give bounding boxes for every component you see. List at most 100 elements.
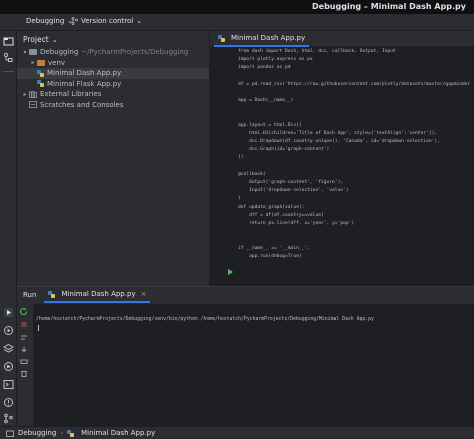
print-icon[interactable] (20, 358, 28, 365)
status-file[interactable]: Minimal Dash App.py (81, 429, 155, 437)
status-bar: Debugging › Minimal Dash App.py (0, 426, 474, 439)
code-line: Input('dropdown-selection', 'value') (238, 188, 349, 194)
run-tab-minimal-dash-app[interactable]: Minimal Dash App.py × (44, 287, 151, 303)
code-line: app = Dash(__name__) (238, 98, 294, 104)
run-console[interactable]: /home/hostatch/PycharmProjects/Debugging… (33, 304, 474, 427)
code-line: from dash import Dash, html, dcc, callba… (238, 49, 396, 54)
tree-item-label: Minimal Dash App.py (47, 69, 122, 78)
tree-item-venv[interactable]: ▸ venv (17, 58, 209, 69)
project-folder-icon[interactable] (3, 36, 14, 47)
chevron-right-icon: ▸ (31, 59, 35, 67)
python-file-icon (67, 429, 75, 437)
code-line: ) (238, 196, 241, 202)
tree-item-label: Scratches and Consoles (40, 100, 124, 109)
problems-icon[interactable] (3, 397, 14, 408)
trash-icon[interactable] (20, 370, 28, 377)
project-switcher-label: Debugging (26, 17, 65, 25)
code-line: import plotly.express as px (238, 57, 313, 63)
git-icon[interactable] (3, 413, 14, 424)
tree-item-label: venv (48, 58, 66, 67)
folder-icon (29, 49, 37, 56)
console-command-line: /home/hostatch/PycharmProjects/Debugging… (36, 317, 374, 322)
python-file-icon (218, 34, 225, 42)
run-toolbar (17, 304, 31, 427)
code-line: if __name__ == '__main__': (238, 245, 310, 251)
python-file-icon (48, 290, 56, 298)
code-line: @callback( (238, 171, 266, 177)
code-area[interactable]: from dash import Dash, html, dcc, callba… (238, 48, 474, 286)
folder-icon (6, 430, 14, 437)
code-line: Output('graph-content', 'figure'), (238, 180, 344, 185)
tree-item-label: Minimal Flask App.py (47, 79, 122, 88)
project-panel-header[interactable]: Project ⌄ (17, 31, 209, 47)
run-tool-icon[interactable] (3, 307, 14, 318)
code-line: app.layout = html.Div([ (238, 122, 302, 128)
run-panel-header: Run Minimal Dash App.py × (17, 287, 474, 303)
run-panel-title: Run (23, 291, 37, 299)
terminal-icon[interactable] (3, 379, 14, 390)
rerun-icon[interactable] (20, 308, 28, 315)
project-panel: Project ⌄ ▾ Debugging ~/PycharmProjects/… (17, 31, 210, 286)
editor-gutter[interactable] (210, 47, 236, 286)
code-editor: Minimal Dash App.py from dash import Das… (210, 31, 474, 286)
tree-item-minimal-flask-app[interactable]: Minimal Flask App.py (17, 79, 209, 90)
run-tab-label: Minimal Dash App.py (61, 290, 136, 298)
run-panel: Run Minimal Dash App.py × /home/hostatch… (17, 286, 474, 427)
debug-icon[interactable] (3, 361, 14, 372)
code-line: app.run(debug=True) (238, 253, 302, 259)
scratches-icon (29, 101, 37, 109)
editor-tab-label: Minimal Dash App.py (231, 34, 306, 42)
chevron-right-icon: › (60, 429, 64, 437)
tree-item-path: ~/PycharmProjects/Debugging (81, 48, 189, 57)
structure-icon[interactable] (3, 52, 14, 63)
stop-icon[interactable] (20, 321, 28, 328)
vcs-switcher[interactable]: Version control ⌄ (71, 17, 142, 25)
folder-icon (37, 59, 45, 66)
tree-item-scratches[interactable]: Scratches and Consoles (17, 100, 209, 111)
code-line: dff = df[df.country==value] (238, 212, 324, 218)
chevron-down-icon: ⌄ (136, 17, 143, 25)
code-line: html.H1(children='Title of Dash App', st… (238, 130, 438, 136)
soft-wrap-icon[interactable] (20, 334, 28, 341)
close-icon[interactable]: × (141, 290, 147, 298)
vcs-label: Version control (81, 17, 134, 25)
code-line: df = pd.read_csv('https://raw.githubuser… (238, 81, 471, 87)
chevron-down-icon: ⌄ (51, 34, 58, 44)
main-toolbar: Debugging ⌄ Version control ⌄ (0, 14, 474, 31)
layers-icon[interactable] (3, 343, 14, 354)
scroll-to-end-icon[interactable] (20, 346, 28, 353)
console-caret (38, 325, 39, 331)
services-icon[interactable] (3, 325, 14, 336)
code-line: import pandas as pd (238, 65, 291, 71)
strip-divider (3, 71, 14, 72)
code-line: dcc.Dropdown(df.country.unique(), 'Canad… (238, 139, 440, 145)
project-switcher[interactable]: Debugging ⌄ (26, 17, 73, 25)
chevron-right-icon: ▸ (23, 90, 27, 98)
left-tool-strip (0, 31, 17, 439)
chevron-down-icon: ▾ (23, 48, 27, 56)
branch-icon (71, 17, 78, 25)
library-icon (29, 90, 37, 98)
tree-item-debugging[interactable]: ▾ Debugging ~/PycharmProjects/Debugging (17, 47, 209, 58)
status-project[interactable]: Debugging (18, 429, 56, 437)
main-menu-icon[interactable] (6, 17, 16, 26)
project-panel-title: Project (23, 34, 49, 44)
tree-item-minimal-dash-app[interactable]: Minimal Dash App.py (17, 68, 209, 79)
run-gutter-icon[interactable] (228, 269, 233, 275)
window-title: Debugging – Minimal Dash App.py (312, 2, 466, 11)
tree-item-label: External Libraries (40, 90, 102, 99)
tree-item-external-libraries[interactable]: ▸ External Libraries (17, 89, 209, 100)
editor-tab-minimal-dash-app[interactable]: Minimal Dash App.py (214, 31, 310, 47)
code-line: return px.line(dff, x='year', y='pop') (238, 220, 355, 226)
code-line: ]) (238, 155, 244, 161)
code-line: dcc.Graph(id='graph-content') (238, 147, 330, 153)
window-titlebar: Debugging – Minimal Dash App.py (0, 0, 474, 14)
tree-item-label: Debugging (40, 48, 79, 57)
